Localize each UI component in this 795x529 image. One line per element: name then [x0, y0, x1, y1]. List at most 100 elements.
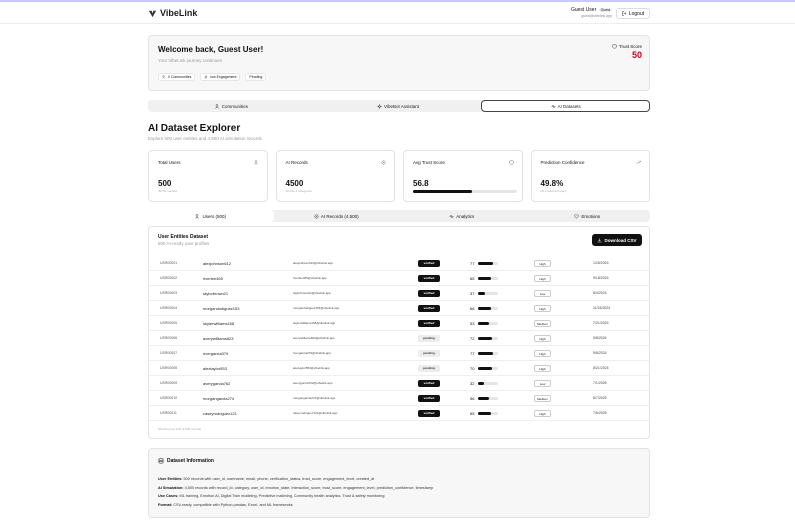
database-icon [158, 458, 164, 464]
trust-score-cell: 56 [470, 396, 475, 401]
created-date: 9/18/2024 [593, 276, 609, 280]
tab-emotions[interactable]: Emotions [525, 210, 651, 222]
username: rivergarcia379 [203, 351, 229, 356]
table-row[interactable]: USR00007 rivergarcia379 rivergarcia379@vib… [149, 346, 649, 361]
trust-score: Trust Score 50 [608, 44, 642, 60]
logo-text: VibeLink [160, 8, 198, 18]
trust-bar [478, 382, 498, 385]
trust-bar [478, 292, 498, 295]
created-date: 8/21/2024 [593, 366, 609, 370]
bot-icon [377, 103, 383, 109]
info-line: Format: CSV-ready, compatible with Pytho… [158, 502, 293, 507]
user-id: USR00004 [160, 306, 178, 310]
table-footer: Showing first 100 of 500 records [158, 427, 202, 431]
database-icon [314, 214, 319, 218]
tab-analytics[interactable]: Analytics [399, 210, 525, 222]
table-row[interactable]: USR00001 alexjohnson612 alexjohnson612@vib… [149, 256, 649, 271]
verification-badge: verified [418, 275, 440, 282]
trust-bar [478, 307, 498, 310]
tab-users[interactable]: Users (500) [148, 210, 274, 222]
dataset-title: User Entities Dataset [158, 234, 209, 240]
users-icon [214, 103, 219, 109]
table-row[interactable]: USR00009 averygarcia762 averygarcia762@vib… [149, 376, 649, 391]
logout-button[interactable]: Logout [616, 8, 650, 19]
created-date: 7/1/2025 [593, 381, 607, 385]
verification-badge: verified [418, 380, 440, 387]
trust-bar [478, 367, 498, 370]
user-dataset-panel: User Entities Dataset 500 AI-ready user … [148, 226, 650, 439]
trend-icon [636, 160, 641, 165]
trust-score-cell: 65 [470, 276, 475, 281]
username: alexjohnson612 [203, 261, 232, 266]
users-table[interactable]: USR00001 alexjohnson612 alexjohnson612@vib… [149, 256, 649, 422]
trust-bar [478, 337, 498, 340]
communities-pill: 0 Communities [158, 73, 196, 81]
welcome-subtitle: Your VibeLink journey continues [158, 58, 223, 63]
zap-icon [204, 75, 208, 79]
download-csv-button[interactable]: Download CSV [592, 234, 642, 246]
email: averywilliams823@vibelink.app [293, 336, 335, 340]
shield-icon [612, 44, 617, 49]
username: morgangarcia274 [203, 396, 235, 401]
verification-badge: pending [418, 365, 440, 372]
database-icon [381, 160, 386, 165]
trust-bar [478, 412, 498, 415]
created-date: 11/15/2024 [593, 306, 611, 310]
trust-score-cell: 77 [470, 351, 475, 356]
trust-score-cell: 77 [470, 261, 475, 266]
verification-badge: verified [418, 305, 440, 312]
created-date: 8/7/2025 [593, 396, 607, 400]
shield-icon [508, 160, 514, 165]
table-row[interactable]: USR00010 morgangarcia274 morgangarcia274@v… [149, 391, 649, 406]
app-header: VibeLink Guest User Guest guest@vibelink… [0, 2, 795, 24]
welcome-pills: 0 Communities low Engagement Pending [158, 73, 267, 81]
engagement-badge: High [534, 410, 551, 417]
user-email: guest@vibelink.app [581, 14, 612, 18]
table-row[interactable]: USR00004 morgandodiguez153 morgandodiguez1… [149, 301, 649, 316]
table-row[interactable]: USR00003 taylorbrown21 taylorbrown21@vibel… [149, 286, 649, 301]
username: averywilliams823 [203, 336, 234, 341]
table-row[interactable]: USR00002 riverlee465 riverlee465@vibelink.… [149, 271, 649, 286]
welcome-title: Welcome back, Guest User! [158, 45, 264, 54]
email: alextaylor553@vibelink.app [293, 366, 330, 370]
username: riverlee465 [203, 276, 223, 281]
trust-progress-bar [413, 190, 517, 193]
dataset-info-card: Dataset Information User Entities: 500 r… [148, 448, 650, 518]
trust-score-cell: 65 [470, 411, 475, 416]
trust-score-cell: 32 [470, 381, 475, 386]
heart-icon [574, 213, 580, 219]
engagement-badge: High [534, 365, 551, 372]
created-date: 7/6/2025 [593, 411, 607, 415]
tab-communities[interactable]: Communities [148, 100, 315, 112]
users-icon [195, 213, 200, 219]
engagement-badge: Medium [534, 395, 551, 402]
tab-ai-records[interactable]: AI Records (4,500) [274, 210, 400, 222]
info-line: User Entities: 500 records with user_id,… [158, 477, 375, 481]
trust-bar [478, 397, 498, 400]
tab-vibebot-assistant[interactable]: VibeBot Assistant [315, 100, 482, 112]
trust-score-cell: 72 [470, 336, 475, 341]
email: caseyrodriguez121@vibelink.app [293, 411, 338, 415]
username: averygarcia762 [203, 381, 231, 386]
verification-badge: verified [418, 290, 440, 297]
info-line: Use Cases: ML training, Emotion AI, Digi… [158, 494, 385, 498]
created-date: 5/8/2024 [593, 351, 607, 355]
trust-score-cell: 53 [470, 321, 475, 326]
trust-score-label: Trust Score [618, 44, 642, 49]
app-logo[interactable]: VibeLink [148, 8, 197, 18]
table-row[interactable]: USR00008 alextaylor553 alextaylor553@vibel… [149, 361, 649, 376]
table-row[interactable]: USR00011 caseyrodriguez121 caseyrodriguez1… [149, 406, 649, 421]
trust-bar [478, 277, 498, 280]
download-icon [597, 238, 602, 242]
verification-badge: verified [418, 320, 440, 327]
dataset-tabs: Users (500) AI Records (4,500) Analytics… [148, 210, 650, 222]
table-row[interactable]: USR00006 averywilliams823 averywilliams823… [149, 331, 649, 346]
trust-bar [478, 322, 498, 325]
tab-ai-datasets[interactable]: AI Datasets [481, 100, 651, 112]
logout-label: Logout [628, 10, 645, 17]
engagement-badge: Low [534, 380, 551, 387]
table-row[interactable]: USR00005 skylerwilliams168 skylerwilliams1… [149, 316, 649, 331]
page-title: AI Dataset Explorer [148, 123, 241, 134]
email: rivergarcia379@vibelink.app [293, 351, 331, 355]
user-name: Guest User [570, 7, 597, 13]
